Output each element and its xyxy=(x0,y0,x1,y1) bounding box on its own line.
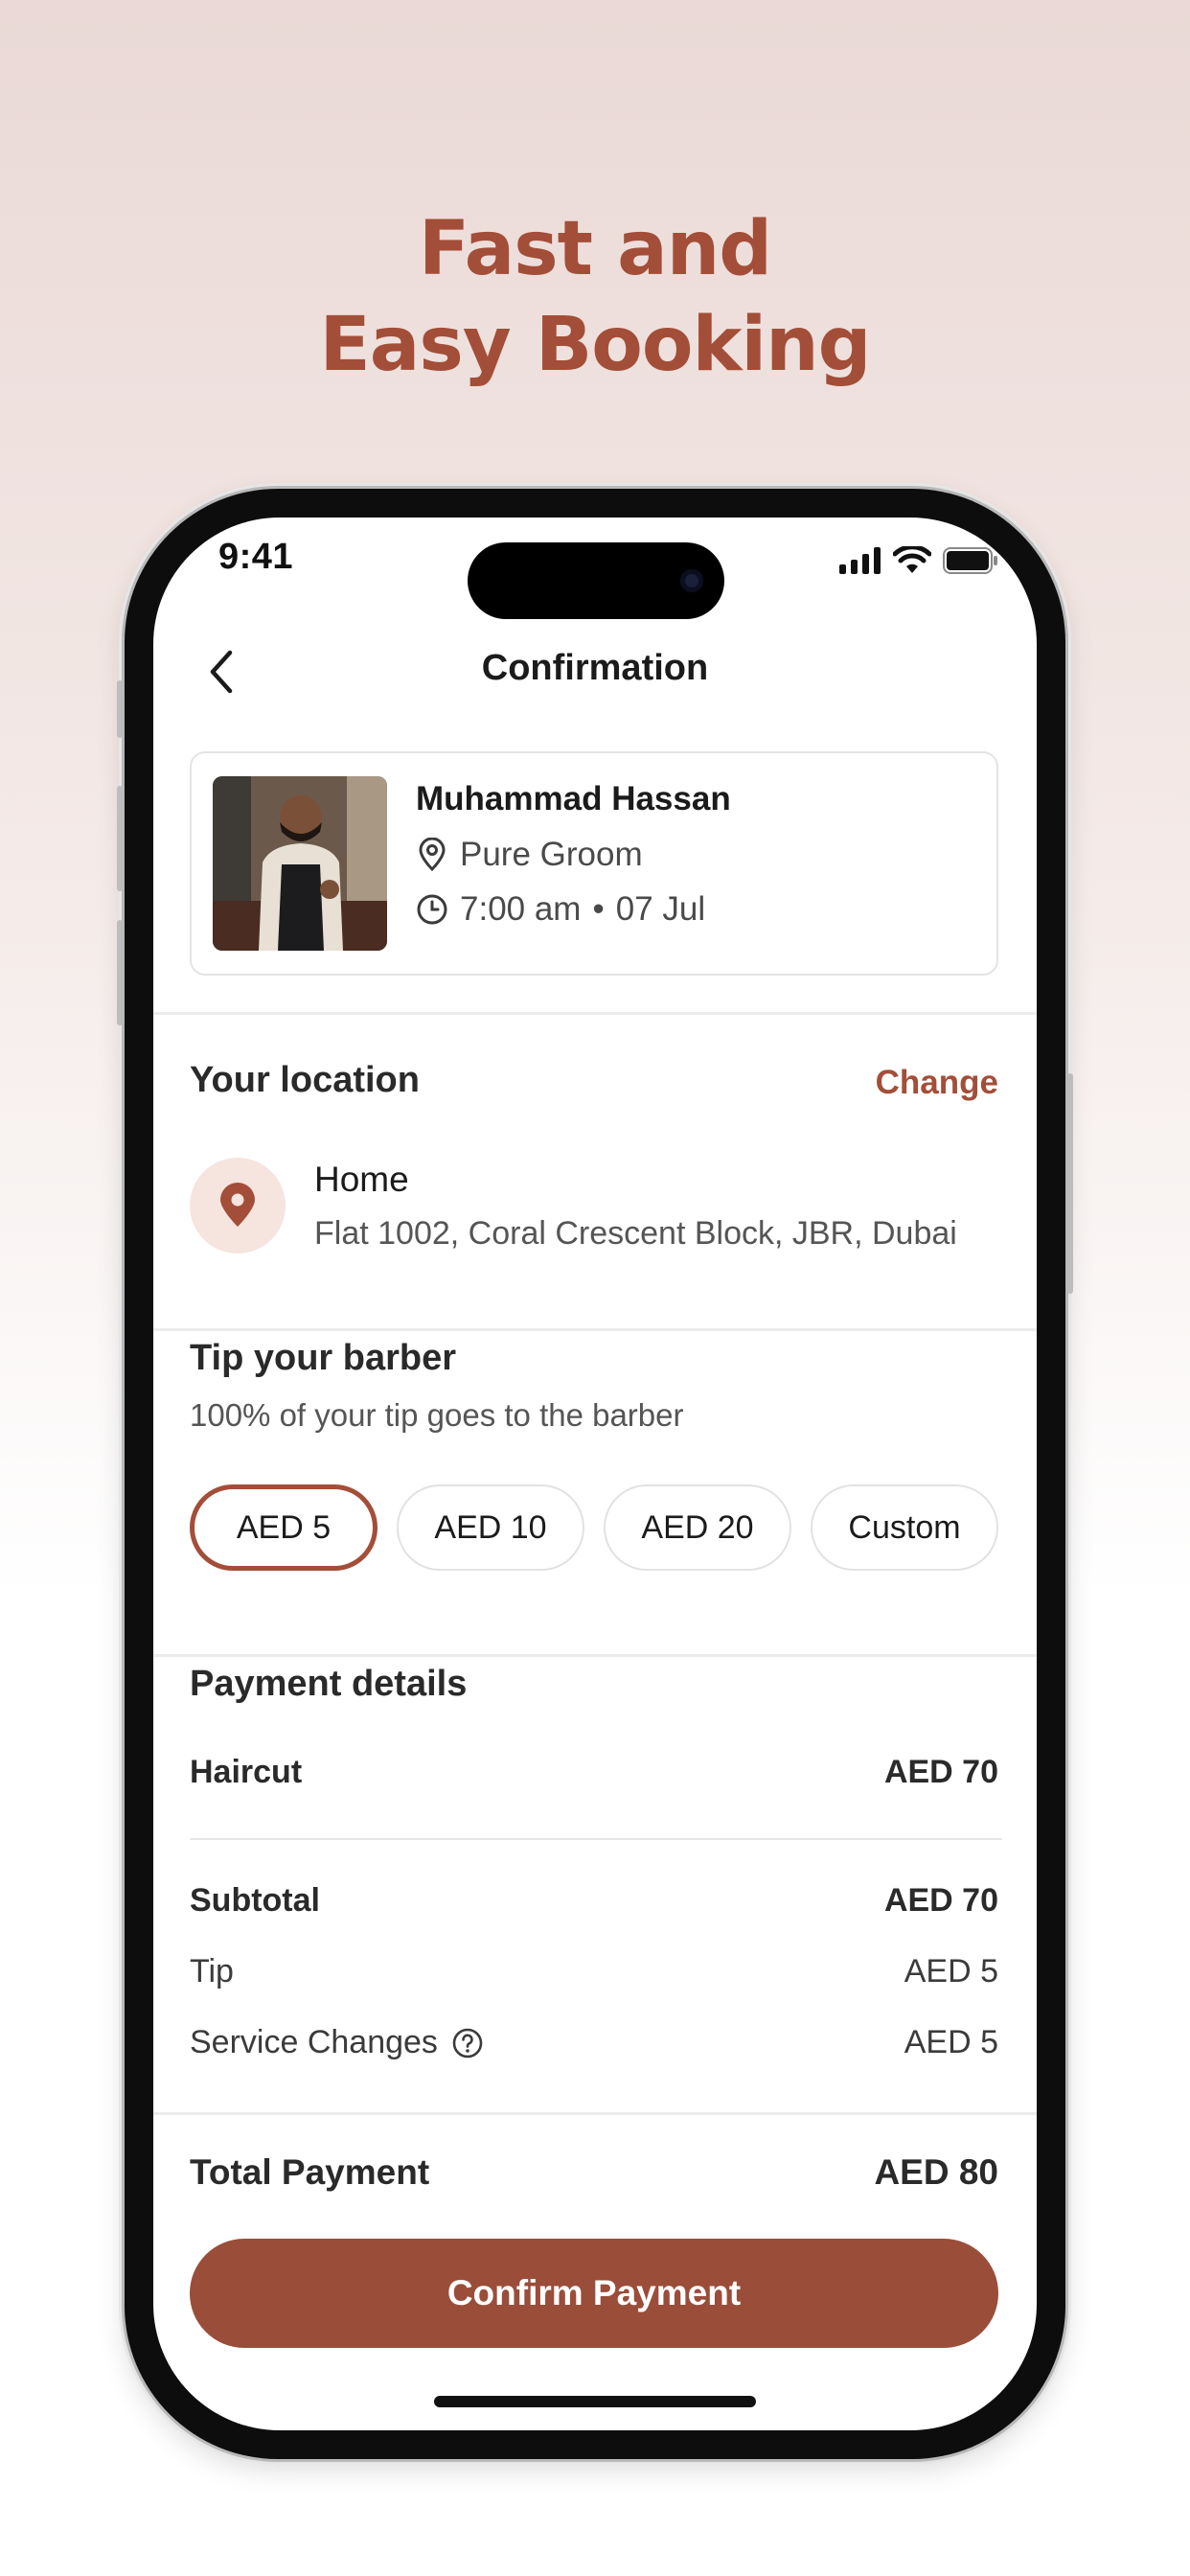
tip-chip-aed-5[interactable]: AED 5 xyxy=(190,1484,378,1571)
clock-icon xyxy=(417,894,447,925)
service-label: Haircut xyxy=(190,1754,303,1790)
location-icon-badge xyxy=(190,1158,286,1254)
home-indicator xyxy=(434,2396,756,2407)
barber-name: Muhammad Hassan xyxy=(416,780,731,817)
shop-name: Pure Groom xyxy=(460,836,643,873)
phone-volume-down-button xyxy=(117,920,123,1025)
service-charges-value: AED 5 xyxy=(904,2024,998,2060)
phone-volume-up-button xyxy=(117,786,123,891)
status-time: 9:41 xyxy=(218,537,294,577)
tip-label: Tip xyxy=(190,1953,234,1990)
service-charges-label-group: Service Changes xyxy=(190,2024,484,2061)
total-label: Total Payment xyxy=(190,2152,430,2192)
location-address: Flat 1002, Coral Crescent Block, JBR, Du… xyxy=(314,1215,957,1252)
payment-row-tip: Tip AED 5 xyxy=(190,1953,998,1990)
barber-photo xyxy=(213,776,387,951)
time-line: 7:00 am • 07 Jul xyxy=(416,890,705,929)
service-value: AED 70 xyxy=(883,1754,998,1790)
total-value: AED 80 xyxy=(874,2152,998,2192)
location-pin-outline-icon xyxy=(419,838,446,872)
barber-photo-illustration xyxy=(213,776,387,951)
payment-row-service: Haircut AED 70 xyxy=(190,1754,998,1791)
marketing-headline: Fast and Easy Booking xyxy=(0,201,1190,393)
status-icons xyxy=(839,546,998,575)
phone-frame: 9:41 Confirmation Muhammad Hassan Pure G… xyxy=(117,489,1073,2459)
page-title: Confirmation xyxy=(481,648,709,688)
time-date-separator: • xyxy=(592,890,605,928)
tip-subtitle: 100% of your tip goes to the barber xyxy=(190,1397,684,1433)
payment-row-total: Total Payment AED 80 xyxy=(190,2152,998,2193)
section-divider xyxy=(153,1654,1037,1657)
section-divider xyxy=(153,2112,1037,2115)
shop-line: Pure Groom xyxy=(416,836,643,874)
dynamic-island xyxy=(468,542,724,619)
payment-row-subtotal: Subtotal AED 70 xyxy=(190,1882,998,1920)
booking-date: 07 Jul xyxy=(615,890,706,928)
headline-line-1: Fast and xyxy=(418,206,772,292)
section-divider xyxy=(153,1012,1037,1015)
headline-line-2: Easy Booking xyxy=(319,302,872,388)
phone-power-button xyxy=(1067,1073,1073,1294)
payment-section-title: Payment details xyxy=(190,1664,468,1704)
tip-section-title: Tip your barber xyxy=(190,1338,457,1378)
subtotal-label: Subtotal xyxy=(190,1882,320,1919)
cellular-signal-icon xyxy=(839,547,881,574)
app-screen: 9:41 Confirmation Muhammad Hassan Pure G… xyxy=(153,518,1037,2430)
wifi-icon xyxy=(893,546,931,573)
location-section-title: Your location xyxy=(190,1060,420,1100)
tip-value: AED 5 xyxy=(904,1953,998,1990)
booking-time: 7:00 am xyxy=(460,890,582,928)
service-charges-label: Service Changes xyxy=(190,2024,438,2060)
location-name: Home xyxy=(314,1160,409,1199)
battery-icon xyxy=(943,547,997,574)
tip-options: AED 5 AED 10 AED 20 Custom xyxy=(190,1484,998,1571)
subtotal-value: AED 70 xyxy=(883,1882,998,1919)
section-divider xyxy=(153,1328,1037,1331)
payment-row-service-charges: Service Changes AED 5 xyxy=(190,2024,998,2061)
location-pin-icon xyxy=(220,1183,255,1227)
phone-action-button xyxy=(117,680,123,738)
barber-card: Muhammad Hassan Pure Groom 7:00 am • 07 … xyxy=(190,751,998,976)
tip-chip-aed-10[interactable]: AED 10 xyxy=(397,1484,584,1571)
payment-divider xyxy=(190,1838,1002,1840)
change-location-link[interactable]: Change xyxy=(876,1064,998,1102)
tip-chip-custom[interactable]: Custom xyxy=(811,1484,998,1571)
help-circle-icon[interactable] xyxy=(451,2027,484,2059)
nav-bar: Confirmation xyxy=(153,623,1037,719)
confirm-payment-button[interactable]: Confirm Payment xyxy=(190,2239,998,2348)
camera-icon xyxy=(680,569,703,592)
tip-chip-aed-20[interactable]: AED 20 xyxy=(604,1484,791,1571)
